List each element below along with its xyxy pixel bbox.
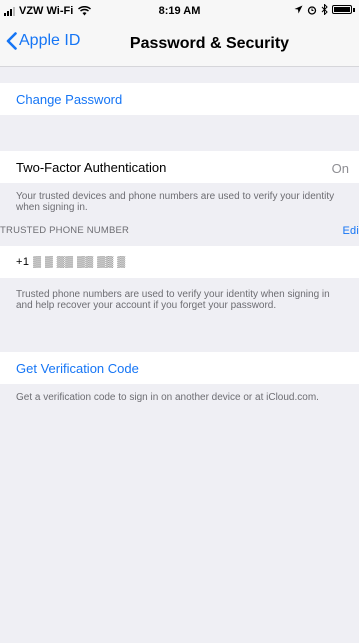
get-verification-code-link[interactable]: Get Verification Code bbox=[16, 361, 139, 376]
battery-cap bbox=[353, 7, 355, 12]
location-icon bbox=[294, 5, 303, 14]
phone-number: +1 ▒ ▒ ▒▒ ▒▒ ▒▒ ▒ bbox=[16, 256, 126, 268]
verification-footer: Get a verification code to sign in on an… bbox=[16, 392, 319, 403]
phone-number-cell[interactable]: +1 ▒ ▒ ▒▒ ▒▒ ▒▒ ▒ bbox=[0, 246, 359, 278]
battery-icon bbox=[332, 5, 352, 14]
trusted-phone-header-label: TRUSTED PHONE NUMBER bbox=[0, 225, 130, 236]
two-factor-label: Two-Factor Authentication bbox=[16, 160, 167, 175]
page-title: Password & Security bbox=[129, 35, 290, 52]
alarm-icon bbox=[307, 5, 317, 15]
navigation-bar: Apple ID Password & Security bbox=[0, 22, 359, 67]
edit-button[interactable]: Edi bbox=[343, 225, 359, 237]
status-right bbox=[294, 4, 355, 15]
change-password-cell[interactable]: Change Password bbox=[0, 83, 359, 115]
verification-code-cell[interactable]: Get Verification Code bbox=[0, 352, 359, 384]
status-bar: VZW Wi-Fi 8:19 AM bbox=[0, 0, 359, 22]
bluetooth-icon bbox=[321, 4, 328, 15]
change-password-link[interactable]: Change Password bbox=[16, 92, 122, 107]
two-factor-footer: Your trusted devices and phone numbers a… bbox=[16, 191, 335, 213]
two-factor-cell[interactable]: Two-Factor Authentication On bbox=[0, 151, 359, 183]
trusted-phone-footer: Trusted phone numbers are used to verify… bbox=[16, 289, 330, 311]
trusted-phone-header: TRUSTED PHONE NUMBER Edi bbox=[0, 225, 359, 237]
two-factor-status: On bbox=[331, 161, 349, 176]
